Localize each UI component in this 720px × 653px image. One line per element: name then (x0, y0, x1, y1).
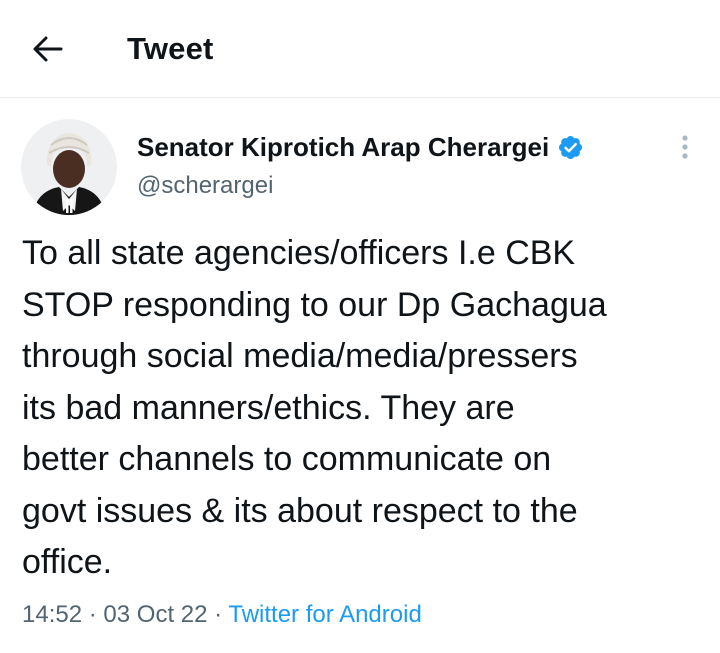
author-display-name[interactable]: Senator Kiprotich Arap Cherargei (137, 132, 549, 163)
tweet-time: 14:52 (22, 601, 83, 628)
tweet-date: 03 Oct 22 (103, 601, 208, 628)
more-vertical-icon (682, 135, 688, 159)
tweet-text: To all state agencies/officers I.e CBK S… (22, 234, 607, 581)
tweet-meta: 14:52 · 03 Oct 22 · Twitter for Android (22, 598, 422, 632)
meta-separator: · (214, 601, 223, 628)
top-bar: Tweet (0, 0, 720, 98)
back-button[interactable] (22, 26, 74, 72)
more-options-button[interactable] (668, 130, 702, 164)
author-handle[interactable]: @scherargei (137, 172, 273, 200)
meta-separator: · (88, 601, 97, 628)
tweet-source-link[interactable]: Twitter for Android (228, 601, 421, 628)
arrow-left-icon (33, 36, 63, 62)
page-title: Tweet (127, 31, 214, 66)
verified-badge-icon (557, 134, 584, 161)
author-row: Senator Kiprotich Arap Cherargei (137, 130, 584, 164)
avatar[interactable] (21, 119, 117, 215)
